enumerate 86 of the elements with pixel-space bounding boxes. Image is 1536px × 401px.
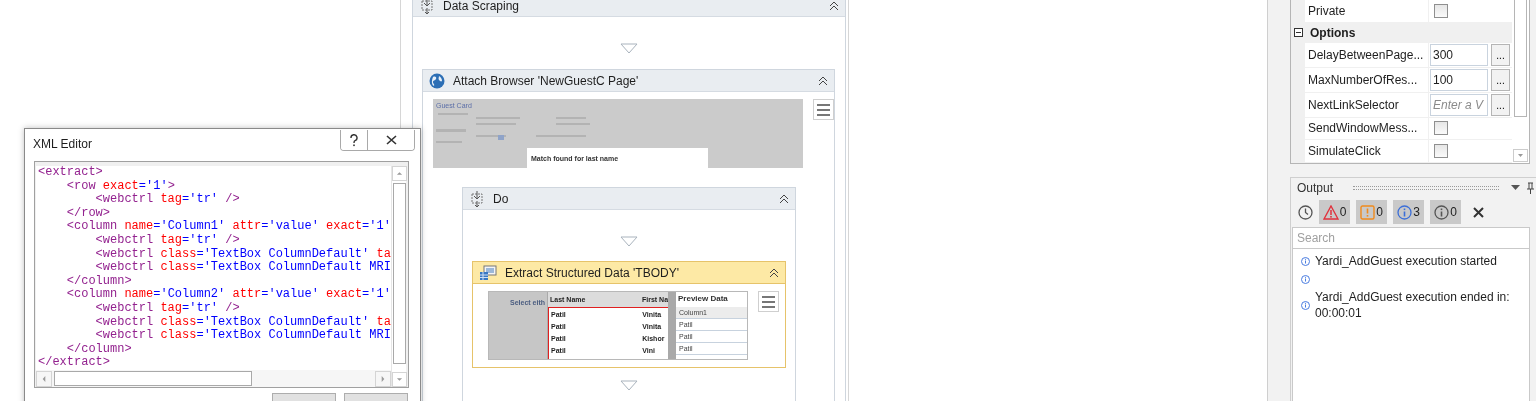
ellipsis-button[interactable]: ... [1491, 44, 1510, 67]
dropdown-icon[interactable] [1511, 185, 1520, 191]
activity-title: Data Scraping [443, 0, 521, 13]
ellipsis-button[interactable]: ... [1491, 69, 1510, 91]
collapse-icon[interactable] [817, 74, 829, 87]
scroll-thumb[interactable] [1514, 0, 1527, 117]
scrollbar[interactable] [36, 370, 391, 387]
pin-icon[interactable] [1526, 182, 1535, 194]
property-name: SimulateClick [1305, 140, 1429, 162]
activity-title: Do [493, 191, 510, 206]
search-field[interactable]: Search [1292, 227, 1530, 249]
menu-button[interactable] [758, 291, 779, 312]
info-icon [1301, 300, 1310, 310]
property-name: DelayBetweenPage... [1305, 43, 1429, 68]
info-icon [1301, 274, 1310, 284]
info-icon [1397, 204, 1413, 220]
sequence-icon [419, 0, 435, 14]
code-line: </column> [65, 342, 133, 356]
code-line: </column> [65, 274, 133, 288]
code-editor[interactable] [36, 166, 406, 387]
checkbox[interactable] [1434, 121, 1448, 136]
drop-arrow-icon [620, 380, 638, 391]
ellipsis-button[interactable]: ... [1491, 93, 1510, 116]
info-icon [1434, 204, 1450, 220]
value-field[interactable]: 100 [1430, 69, 1488, 91]
filter-button[interactable]: 0 [1356, 200, 1387, 224]
property-name: MaxNumberOfRes... [1305, 68, 1429, 92]
scroll-thumb[interactable] [54, 371, 252, 386]
activity-header[interactable]: Data Scraping [413, 0, 845, 17]
scrollbar[interactable] [391, 166, 406, 387]
preview-title: Preview Data [677, 293, 729, 305]
activity-title: Attach Browser 'NewGuestC Page' [453, 73, 640, 88]
code-line: </extract> [37, 356, 111, 370]
help-button[interactable] [341, 130, 368, 150]
sequence-icon [469, 190, 485, 207]
exclamation-square-icon [1360, 204, 1376, 220]
code-line: <extract> [37, 166, 103, 180]
filter-button[interactable]: 3 [1393, 200, 1424, 224]
filter-button[interactable]: 0 [1319, 200, 1350, 224]
globe-icon [429, 72, 445, 89]
log-message: Yardi_AddGuest execution started [1315, 253, 1498, 269]
activity-header[interactable]: Do [463, 188, 795, 210]
warning-triangle-icon [1322, 204, 1339, 220]
value-field[interactable]: Enter a V [1430, 93, 1488, 116]
checkbox[interactable] [1434, 144, 1448, 159]
filter-button[interactable]: 0 [1430, 200, 1461, 224]
property-name: NextLinkSelector [1305, 92, 1429, 117]
clear-icon[interactable] [1473, 206, 1484, 218]
grip-handle[interactable] [1353, 186, 1499, 190]
collapse-icon[interactable] [1294, 28, 1303, 38]
drop-arrow-icon [620, 236, 638, 247]
code-line: <webctrl class='TextBox ColumnDefault MRI [94, 261, 391, 275]
close-icon [385, 135, 397, 145]
collapse-icon[interactable] [778, 192, 790, 205]
checkbox[interactable] [1434, 3, 1448, 18]
table-window-icon [479, 264, 497, 281]
code-line: <webctrl class='TextBox ColumnDefault MRI [94, 329, 391, 343]
help-icon [349, 133, 359, 147]
code-line: </row> [65, 206, 111, 220]
value-field[interactable]: 300 [1430, 44, 1488, 67]
log-message: Yardi_AddGuest execution ended in: 00:00:01 [1315, 289, 1511, 321]
panel-title: Output [1297, 181, 1334, 195]
code-line: <column name='Column1' attr='value' exact='1' [65, 220, 391, 234]
property-name: SendWindowMess... [1305, 117, 1429, 140]
clock-icon[interactable] [1298, 204, 1313, 220]
code-line: <webctrl class='TextBox ColumnDefault' ta [94, 247, 391, 261]
code-line: <webctrl tag='tr' /> [94, 301, 241, 316]
property-name: Private [1305, 0, 1429, 22]
code-line: <column name='Column2' attr='value' exact='1' [65, 288, 391, 302]
menu-button[interactable] [813, 99, 834, 120]
info-icon [1301, 256, 1310, 266]
code-line: <webctrl tag='tr' /> [94, 233, 241, 248]
collapse-icon[interactable] [768, 266, 780, 279]
activity-title: Extract Structured Data 'TBODY' [505, 265, 680, 280]
category-label: Options [1310, 25, 1356, 40]
activity-header[interactable]: Attach Browser 'NewGuestC Page' [423, 70, 834, 92]
scrollbar[interactable] [1513, 0, 1528, 163]
code-line: <row exact='1'> [65, 179, 176, 193]
code-line: <webctrl class='TextBox ColumnDefault' ta [94, 315, 391, 329]
scroll-down-icon [1513, 149, 1528, 162]
drop-arrow-icon [620, 43, 638, 54]
activity-header[interactable]: Extract Structured Data 'TBODY' [473, 262, 785, 284]
code-line: <webctrl tag='tr' /> [94, 193, 241, 207]
collapse-icon[interactable] [828, 0, 840, 12]
window-title: XML Editor [33, 137, 92, 151]
scroll-thumb[interactable] [392, 183, 406, 364]
